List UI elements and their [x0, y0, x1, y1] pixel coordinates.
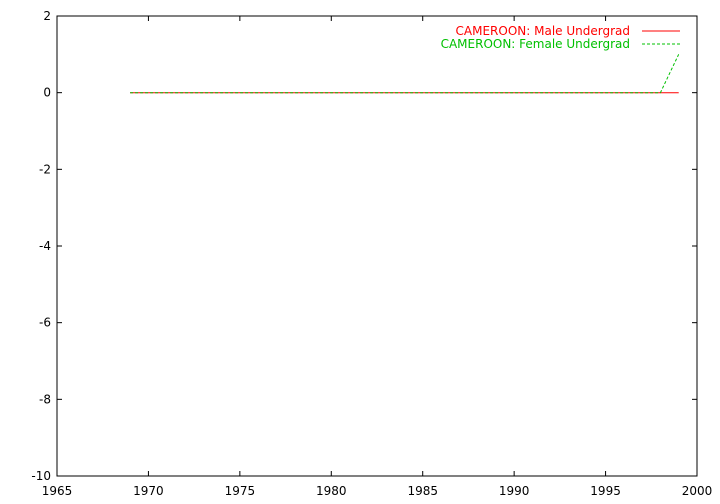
x-tick-label: 1965	[42, 484, 73, 498]
series-lines	[130, 54, 680, 94]
x-tick-label: 1970	[133, 484, 164, 498]
legend-label-1: CAMEROON: Male Undergrad	[456, 24, 630, 38]
y-tick-label: -10	[31, 469, 51, 483]
y-tick-label: -4	[39, 239, 51, 253]
line-chart: 1965 1970 1975 1980 1985 1990 1995 2000 -10 -8 -6 -…	[31, 9, 712, 498]
y-tick-label: -6	[39, 316, 51, 330]
legend: CAMEROON: Male UndergradCAMEROON: Female…	[441, 24, 680, 51]
y-tick-label: 2	[43, 9, 51, 23]
plot-frame	[56, 15, 698, 477]
series-line-2	[130, 54, 680, 94]
x-tick-label: 1990	[499, 484, 530, 498]
x-tick-label: 1975	[225, 484, 256, 498]
x-tick-label: 1985	[407, 484, 438, 498]
y-tick-label: -2	[39, 162, 51, 176]
x-tick-label: 2000	[682, 484, 713, 498]
y-tick-label: 0	[43, 86, 51, 100]
x-tick-label: 1995	[590, 484, 621, 498]
legend-label-2: CAMEROON: Female Undergrad	[441, 37, 630, 51]
axis-ticks: 1965 1970 1975 1980 1985 1990 1995 2000 -10 -8 -6 -…	[31, 9, 712, 498]
y-tick-label: -8	[39, 392, 51, 406]
x-tick-label: 1980	[316, 484, 347, 498]
